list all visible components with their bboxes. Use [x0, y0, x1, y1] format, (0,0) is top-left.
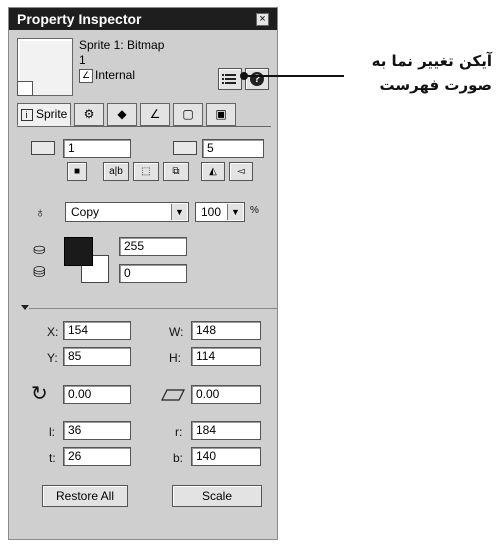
section-divider	[29, 308, 277, 309]
restore-all-button[interactable]: Restore All	[42, 485, 128, 507]
skew-icon	[161, 389, 185, 401]
scale-button[interactable]: Scale	[172, 485, 262, 507]
ink-icon: ♁	[35, 204, 46, 220]
tab-movie[interactable]: ▣	[206, 103, 236, 126]
tab-behavior[interactable]: ⚙	[74, 103, 104, 126]
ink-value: Copy	[71, 205, 100, 219]
tab-bitmap[interactable]: ∠	[140, 103, 170, 126]
lock-button[interactable]: ■	[67, 162, 87, 181]
forecolor-value-field[interactable]: 255	[119, 237, 187, 256]
chevron-down-icon: ▼	[227, 204, 243, 220]
sprite-name: Sprite 1: Bitmap	[79, 38, 165, 52]
ink-dropdown[interactable]: Copy ▼	[65, 202, 189, 222]
end-frame-field[interactable]: 5	[202, 139, 264, 158]
start-frame-icon	[31, 141, 55, 155]
r-label: r:	[175, 425, 183, 439]
skew-field[interactable]: 0.00	[191, 385, 261, 404]
left-field[interactable]: 36	[63, 421, 131, 440]
editable-button[interactable]: a|b	[103, 162, 129, 181]
width-field[interactable]: 148	[191, 321, 261, 340]
top-field[interactable]: 26	[63, 447, 131, 466]
property-inspector-panel: Property Inspector × Sprite 1: Bitmap 1 …	[8, 7, 278, 540]
lock-icon: ■	[73, 166, 81, 177]
bitmap-cast-icon: ∠	[79, 68, 93, 83]
moveable-button[interactable]: ⬚	[133, 162, 159, 181]
info-icon: i	[20, 109, 33, 121]
movie-icon: ▣	[215, 107, 227, 121]
x-field[interactable]: 154	[63, 321, 131, 340]
collapse-triangle-icon[interactable]	[21, 305, 29, 310]
moveable-icon: ⬚	[141, 166, 151, 177]
cast-type: Internal	[95, 68, 136, 82]
bitmap-brush-icon: ∠	[149, 107, 161, 121]
w-label: W:	[169, 325, 184, 339]
tab-sprite[interactable]: i Sprite	[17, 103, 71, 126]
annotation-line-1: آیکن تغییر نما به	[371, 52, 492, 70]
end-frame-icon	[173, 141, 197, 155]
blend-dropdown[interactable]: 100 ▼	[195, 202, 245, 222]
bottom-field[interactable]: 140	[191, 447, 261, 466]
blend-unit: %	[250, 205, 259, 216]
forecolor-bucket-icon: ⛀	[33, 241, 46, 258]
cast-icon: ▢	[182, 107, 194, 121]
tab-sprite-label: Sprite	[35, 107, 68, 121]
flip-horizontal-button[interactable]: ◭	[201, 162, 225, 181]
panel-title: Property Inspector	[17, 11, 142, 27]
tab-member[interactable]: ◆	[107, 103, 137, 126]
y-field[interactable]: 85	[63, 347, 131, 366]
backcolor-value-field[interactable]: 0	[119, 264, 187, 283]
trails-button[interactable]: ⧉	[163, 162, 189, 181]
trails-icon: ⧉	[172, 166, 180, 177]
flip-vertical-button[interactable]: ◅	[229, 162, 253, 181]
member-icon: ◆	[117, 107, 127, 121]
forecolor-swatch[interactable]	[64, 237, 93, 266]
flip-horizontal-icon: ◭	[209, 166, 217, 177]
blend-value: 100	[201, 205, 222, 219]
x-label: X:	[47, 325, 59, 339]
cast-member-type-icon	[17, 81, 33, 96]
close-icon[interactable]: ×	[256, 13, 269, 26]
l-label: l:	[49, 425, 55, 439]
rotation-field[interactable]: 0.00	[63, 385, 131, 404]
tab-underline	[17, 126, 271, 127]
sprite-thumbnail	[17, 38, 73, 96]
sprite-flags: ■ a|b ⬚ ⧉ ◭ ◅	[67, 162, 267, 182]
start-frame-field[interactable]: 1	[63, 139, 131, 158]
height-field[interactable]: 114	[191, 347, 261, 366]
rotation-icon: ↻	[31, 383, 48, 405]
b-label: b:	[173, 451, 184, 465]
cast-type-row: ∠ Internal	[79, 68, 135, 83]
sprite-number: 1	[79, 53, 86, 67]
right-field[interactable]: 184	[191, 421, 261, 440]
chevron-down-icon: ▼	[171, 204, 187, 220]
annotation-arrow	[240, 72, 344, 80]
title-bar[interactable]: Property Inspector ×	[9, 8, 277, 30]
h-label: H:	[169, 351, 181, 365]
y-label: Y:	[47, 351, 58, 365]
flip-vertical-icon: ◅	[237, 166, 245, 177]
editable-icon: a|b	[109, 166, 123, 177]
tab-cast[interactable]: ▢	[173, 103, 203, 126]
backcolor-bucket-icon: ⛁	[33, 264, 46, 281]
t-label: t:	[49, 451, 56, 465]
behavior-gear-icon: ⚙	[83, 107, 95, 121]
